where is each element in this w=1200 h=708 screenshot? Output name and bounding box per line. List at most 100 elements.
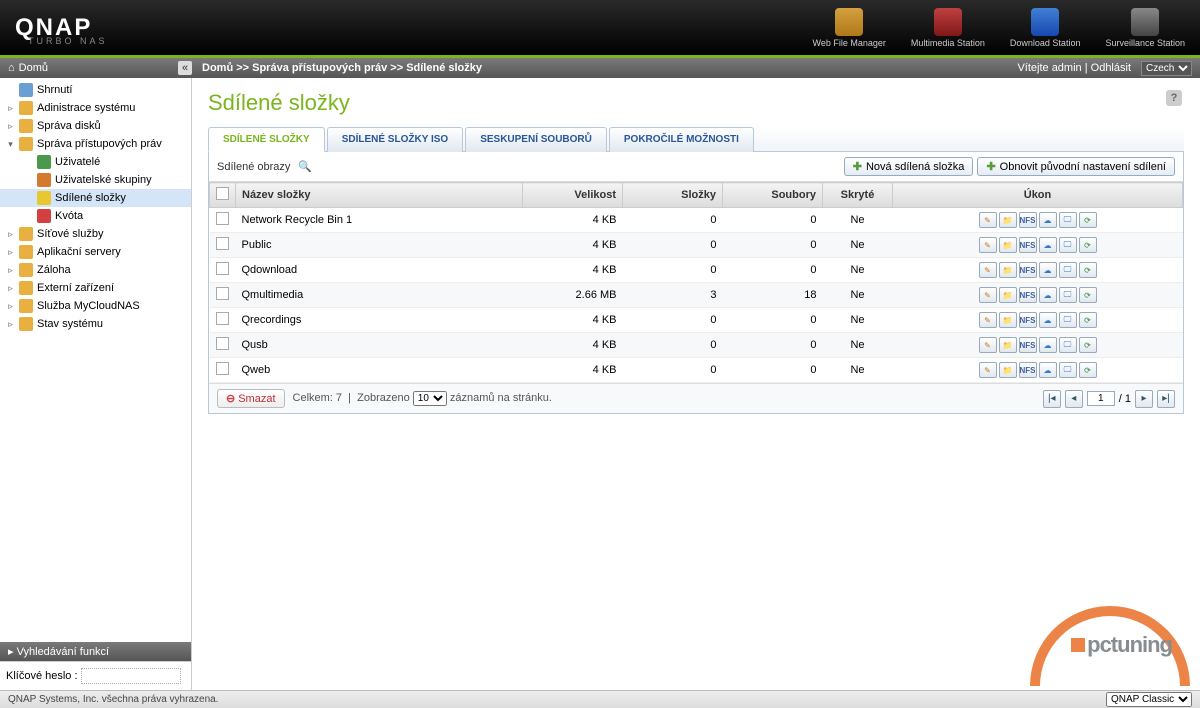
header-app-3[interactable]: Surveillance Station — [1105, 8, 1185, 48]
tree-toggle-icon[interactable]: ▹ — [6, 265, 15, 276]
header-app-0[interactable]: Web File Manager — [812, 8, 885, 48]
tree-toggle-icon[interactable]: ▹ — [6, 319, 15, 330]
tree-item-10[interactable]: ▹Záloha — [0, 261, 191, 279]
tree-toggle-icon[interactable]: ▹ — [6, 229, 15, 240]
edit-icon[interactable]: ✎ — [979, 362, 997, 378]
tree-toggle-icon[interactable]: ▹ — [6, 247, 15, 258]
edit-icon[interactable]: ✎ — [979, 312, 997, 328]
tree-toggle-icon[interactable]: ▹ — [6, 103, 15, 114]
tree-item-4[interactable]: Uživatelé — [0, 153, 191, 171]
tree-item-8[interactable]: ▹Síťové služby — [0, 225, 191, 243]
nfs-icon[interactable]: NFS — [1019, 212, 1037, 228]
nfs-icon[interactable]: NFS — [1019, 262, 1037, 278]
folder-icon[interactable]: 📁 — [999, 337, 1017, 353]
refresh-icon[interactable]: ⟳ — [1079, 287, 1097, 303]
tree-item-11[interactable]: ▹Externí zařízení — [0, 279, 191, 297]
row-checkbox[interactable] — [216, 337, 229, 350]
prev-page-button[interactable]: ◂ — [1065, 390, 1083, 408]
cloud-icon[interactable]: ☁ — [1039, 237, 1057, 253]
keyword-input[interactable] — [81, 668, 181, 684]
row-checkbox[interactable] — [216, 237, 229, 250]
tree-item-9[interactable]: ▹Aplikační servery — [0, 243, 191, 261]
next-page-button[interactable]: ▸ — [1135, 390, 1153, 408]
col-size[interactable]: Velikost — [523, 183, 623, 208]
nfs-icon[interactable]: NFS — [1019, 312, 1037, 328]
page-input[interactable] — [1087, 391, 1115, 406]
tree-item-1[interactable]: ▹Adinistrace systému — [0, 99, 191, 117]
monitor-icon[interactable]: 🖵 — [1059, 362, 1077, 378]
cloud-icon[interactable]: ☁ — [1039, 262, 1057, 278]
restore-defaults-button[interactable]: ✚Obnovit původní nastavení sdílení — [977, 157, 1175, 176]
col-folders[interactable]: Složky — [623, 183, 723, 208]
folder-icon[interactable]: 📁 — [999, 262, 1017, 278]
tree-item-12[interactable]: ▹Služba MyCloudNAS — [0, 297, 191, 315]
folder-icon[interactable]: 📁 — [999, 212, 1017, 228]
tree-item-5[interactable]: Uživatelské skupiny — [0, 171, 191, 189]
edit-icon[interactable]: ✎ — [979, 212, 997, 228]
folder-icon[interactable]: 📁 — [999, 362, 1017, 378]
cloud-icon[interactable]: ☁ — [1039, 362, 1057, 378]
tree-toggle-icon[interactable]: ▾ — [6, 139, 15, 150]
row-checkbox[interactable] — [216, 312, 229, 325]
edit-icon[interactable]: ✎ — [979, 337, 997, 353]
cloud-icon[interactable]: ☁ — [1039, 212, 1057, 228]
edit-icon[interactable]: ✎ — [979, 287, 997, 303]
refresh-icon[interactable]: ⟳ — [1079, 312, 1097, 328]
help-icon[interactable]: ? — [1166, 90, 1182, 106]
tree-item-6[interactable]: Sdílené složky — [0, 189, 191, 207]
refresh-icon[interactable]: ⟳ — [1079, 362, 1097, 378]
tree-item-2[interactable]: ▹Správa disků — [0, 117, 191, 135]
page-size-select[interactable]: 10 — [413, 391, 447, 406]
monitor-icon[interactable]: 🖵 — [1059, 212, 1077, 228]
delete-button[interactable]: ⊖Smazat — [217, 389, 285, 408]
tab-0[interactable]: SDÍLENÉ SLOŽKY — [208, 127, 325, 152]
header-app-2[interactable]: Download Station — [1010, 8, 1081, 48]
row-checkbox[interactable] — [216, 212, 229, 225]
col-files[interactable]: Soubory — [723, 183, 823, 208]
monitor-icon[interactable]: 🖵 — [1059, 312, 1077, 328]
cloud-icon[interactable]: ☁ — [1039, 312, 1057, 328]
tree-toggle-icon[interactable]: ▹ — [6, 121, 15, 132]
tab-2[interactable]: SESKUPENÍ SOUBORŮ — [465, 127, 607, 152]
search-icon[interactable]: 🔍 — [298, 160, 312, 173]
row-checkbox[interactable] — [216, 362, 229, 375]
language-select[interactable]: Czech — [1141, 61, 1192, 76]
last-page-button[interactable]: ▸| — [1157, 390, 1175, 408]
refresh-icon[interactable]: ⟳ — [1079, 237, 1097, 253]
tree-toggle-icon[interactable]: ▹ — [6, 283, 15, 294]
tree-item-3[interactable]: ▾Správa přístupových práv — [0, 135, 191, 153]
row-checkbox[interactable] — [216, 287, 229, 300]
tab-1[interactable]: SDÍLENÉ SLOŽKY ISO — [327, 127, 464, 152]
header-app-1[interactable]: Multimedia Station — [911, 8, 985, 48]
logout-link[interactable]: Odhlásit — [1091, 62, 1131, 74]
cloud-icon[interactable]: ☁ — [1039, 287, 1057, 303]
nfs-icon[interactable]: NFS — [1019, 287, 1037, 303]
edit-icon[interactable]: ✎ — [979, 262, 997, 278]
tree-item-13[interactable]: ▹Stav systému — [0, 315, 191, 333]
row-checkbox[interactable] — [216, 262, 229, 275]
col-name[interactable]: Název složky — [236, 183, 523, 208]
monitor-icon[interactable]: 🖵 — [1059, 237, 1077, 253]
monitor-icon[interactable]: 🖵 — [1059, 337, 1077, 353]
refresh-icon[interactable]: ⟳ — [1079, 262, 1097, 278]
monitor-icon[interactable]: 🖵 — [1059, 262, 1077, 278]
nfs-icon[interactable]: NFS — [1019, 362, 1037, 378]
select-all-checkbox[interactable] — [216, 187, 229, 200]
tree-item-0[interactable]: Shrnutí — [0, 81, 191, 99]
cloud-icon[interactable]: ☁ — [1039, 337, 1057, 353]
col-hidden[interactable]: Skryté — [823, 183, 893, 208]
new-shared-folder-button[interactable]: ✚Nová sdílená složka — [844, 157, 974, 176]
edit-icon[interactable]: ✎ — [979, 237, 997, 253]
tree-item-7[interactable]: Kvóta — [0, 207, 191, 225]
collapse-sidebar-button[interactable]: « — [178, 61, 192, 75]
refresh-icon[interactable]: ⟳ — [1079, 212, 1097, 228]
monitor-icon[interactable]: 🖵 — [1059, 287, 1077, 303]
first-page-button[interactable]: |◂ — [1043, 390, 1061, 408]
tree-toggle-icon[interactable]: ▹ — [6, 301, 15, 312]
folder-icon[interactable]: 📁 — [999, 312, 1017, 328]
nfs-icon[interactable]: NFS — [1019, 237, 1037, 253]
folder-icon[interactable]: 📁 — [999, 237, 1017, 253]
folder-icon[interactable]: 📁 — [999, 287, 1017, 303]
nfs-icon[interactable]: NFS — [1019, 337, 1037, 353]
refresh-icon[interactable]: ⟳ — [1079, 337, 1097, 353]
